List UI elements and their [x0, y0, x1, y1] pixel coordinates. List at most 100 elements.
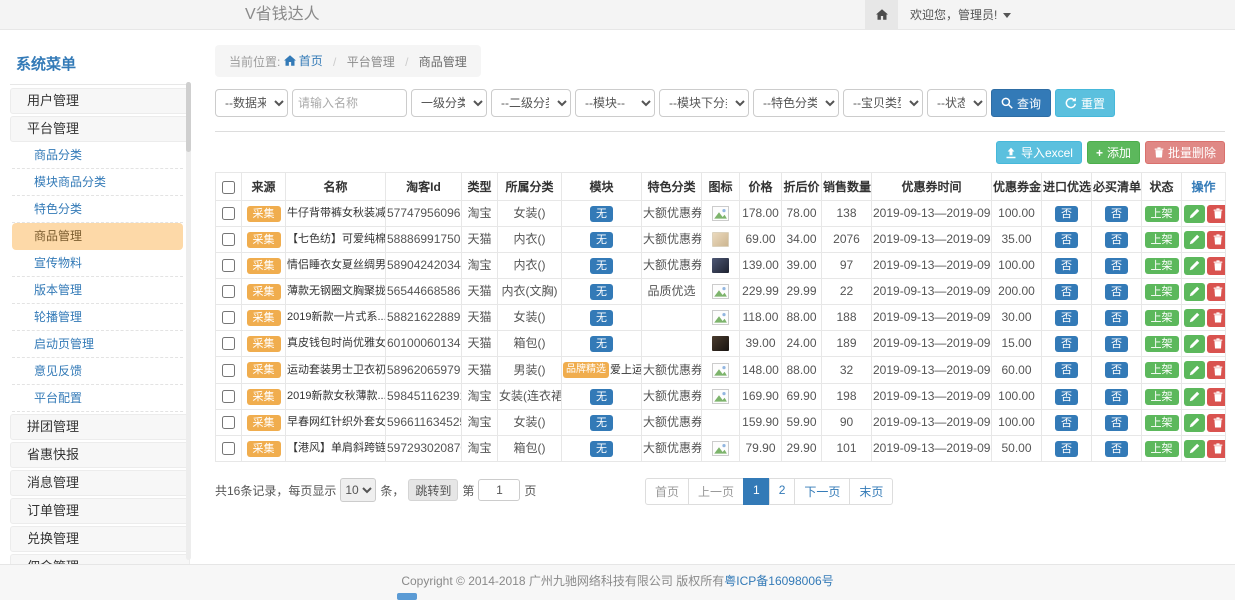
module-badge[interactable]: 无 [590, 310, 613, 326]
row-checkbox[interactable] [222, 207, 235, 220]
pager-item[interactable]: 首页 [645, 478, 689, 505]
sidebar-group-item[interactable]: 平台管理 [10, 116, 190, 142]
delete-button[interactable] [1207, 257, 1226, 275]
breadcrumb-item[interactable]: 平台管理 [347, 55, 395, 69]
module-badge[interactable]: 无 [590, 206, 613, 222]
row-checkbox[interactable] [222, 311, 235, 324]
edit-button[interactable] [1184, 231, 1205, 249]
delete-button[interactable] [1207, 361, 1226, 379]
must-buy-badge[interactable]: 否 [1105, 441, 1128, 457]
pager-item[interactable]: 2 [769, 478, 796, 505]
module-badge[interactable]: 无 [590, 415, 613, 431]
imported-badge[interactable]: 否 [1055, 362, 1078, 378]
must-buy-badge[interactable]: 否 [1105, 206, 1128, 222]
delete-button[interactable] [1207, 388, 1226, 406]
module-badge[interactable]: 无 [590, 258, 613, 274]
module-badge[interactable]: 无 [590, 336, 613, 352]
must-buy-badge[interactable]: 否 [1105, 362, 1128, 378]
row-checkbox[interactable] [222, 233, 235, 246]
edit-button[interactable] [1184, 414, 1205, 432]
status-badge[interactable]: 上架 [1145, 258, 1179, 274]
select-all-checkbox[interactable] [222, 181, 235, 194]
status-badge[interactable]: 上架 [1145, 206, 1179, 222]
breadcrumb-home-link[interactable]: 首页 [284, 52, 323, 69]
feature-category-select[interactable]: --特色分类-- [753, 89, 839, 117]
status-badge[interactable]: 上架 [1145, 362, 1179, 378]
sidebar-sub-item[interactable]: 商品管理 [12, 223, 183, 250]
delete-button[interactable] [1207, 205, 1226, 223]
must-buy-badge[interactable]: 否 [1105, 258, 1128, 274]
imported-badge[interactable]: 否 [1055, 310, 1078, 326]
sidebar-scrollbar-thumb[interactable] [186, 82, 191, 152]
edit-button[interactable] [1184, 361, 1205, 379]
delete-button[interactable] [1207, 440, 1226, 458]
edit-button[interactable] [1184, 440, 1205, 458]
import-excel-button[interactable]: 导入excel [996, 141, 1082, 164]
pager-item[interactable]: 下一页 [794, 478, 850, 505]
sidebar-group-item[interactable]: 订单管理 [10, 498, 190, 524]
sidebar-group-item[interactable]: 兑换管理 [10, 526, 190, 552]
imported-badge[interactable]: 否 [1055, 389, 1078, 405]
status-badge[interactable]: 上架 [1145, 336, 1179, 352]
delete-button[interactable] [1207, 335, 1226, 353]
row-checkbox[interactable] [222, 285, 235, 298]
edit-button[interactable] [1184, 335, 1205, 353]
pager-item[interactable]: 上一页 [688, 478, 744, 505]
data-source-select[interactable]: --数据来源-- [215, 89, 288, 117]
batch-delete-button[interactable]: 批量删除 [1145, 141, 1225, 164]
module-badge[interactable]: 无 [590, 441, 613, 457]
status-badge[interactable]: 上架 [1145, 389, 1179, 405]
sidebar-sub-item[interactable]: 轮播管理 [12, 304, 183, 331]
must-buy-badge[interactable]: 否 [1105, 284, 1128, 300]
imported-badge[interactable]: 否 [1055, 258, 1078, 274]
delete-button[interactable] [1207, 283, 1226, 301]
search-button[interactable]: 查询 [991, 89, 1051, 117]
jump-button[interactable]: 跳转到 [408, 479, 458, 501]
add-button[interactable]: + 添加 [1087, 141, 1140, 164]
must-buy-badge[interactable]: 否 [1105, 336, 1128, 352]
page-number-input[interactable] [478, 479, 520, 501]
sidebar-group-item[interactable]: 拼团管理 [10, 414, 190, 440]
icp-link[interactable]: 粤ICP备16098006号 [724, 574, 833, 588]
reset-button[interactable]: 重置 [1055, 89, 1115, 117]
module-badge[interactable]: 无 [590, 389, 613, 405]
sidebar-sub-item[interactable]: 模块商品分类 [12, 169, 183, 196]
status-badge[interactable]: 上架 [1145, 284, 1179, 300]
status-badge[interactable]: 上架 [1145, 310, 1179, 326]
row-checkbox[interactable] [222, 364, 235, 377]
sidebar-group-item[interactable]: 省惠快报 [10, 442, 190, 468]
imported-badge[interactable]: 否 [1055, 284, 1078, 300]
module-select[interactable]: --模块-- [575, 89, 655, 117]
home-button[interactable] [865, 0, 898, 29]
user-menu[interactable]: 欢迎您，管理员! [898, 0, 1023, 29]
edit-button[interactable] [1184, 257, 1205, 275]
row-checkbox[interactable] [222, 259, 235, 272]
imported-badge[interactable]: 否 [1055, 441, 1078, 457]
edit-button[interactable] [1184, 205, 1205, 223]
edit-button[interactable] [1184, 388, 1205, 406]
row-checkbox[interactable] [222, 416, 235, 429]
module-badge[interactable]: 无 [590, 284, 613, 300]
item-type-select[interactable]: --宝贝类型-- [843, 89, 923, 117]
row-checkbox[interactable] [222, 337, 235, 350]
edit-button[interactable] [1184, 309, 1205, 327]
edit-button[interactable] [1184, 283, 1205, 301]
must-buy-badge[interactable]: 否 [1105, 415, 1128, 431]
sidebar-sub-item[interactable]: 特色分类 [12, 196, 183, 223]
must-buy-badge[interactable]: 否 [1105, 389, 1128, 405]
level1-category-select[interactable]: 一级分类 [411, 89, 487, 117]
imported-badge[interactable]: 否 [1055, 206, 1078, 222]
level2-category-select[interactable]: --二级分类-- [491, 89, 571, 117]
must-buy-badge[interactable]: 否 [1105, 232, 1128, 248]
sidebar-sub-item[interactable]: 商品分类 [12, 142, 183, 169]
module-subcategory-select[interactable]: --模块下分类-- [659, 89, 749, 117]
sidebar-sub-item[interactable]: 启动页管理 [12, 331, 183, 358]
delete-button[interactable] [1207, 231, 1226, 249]
pager-item[interactable]: 1 [743, 478, 770, 505]
must-buy-badge[interactable]: 否 [1105, 310, 1128, 326]
status-badge[interactable]: 上架 [1145, 415, 1179, 431]
sidebar-sub-item[interactable]: 意见反馈 [12, 358, 183, 385]
sidebar-sub-item[interactable]: 版本管理 [12, 277, 183, 304]
status-badge[interactable]: 上架 [1145, 441, 1179, 457]
sidebar-sub-item[interactable]: 宣传物料 [12, 250, 183, 277]
